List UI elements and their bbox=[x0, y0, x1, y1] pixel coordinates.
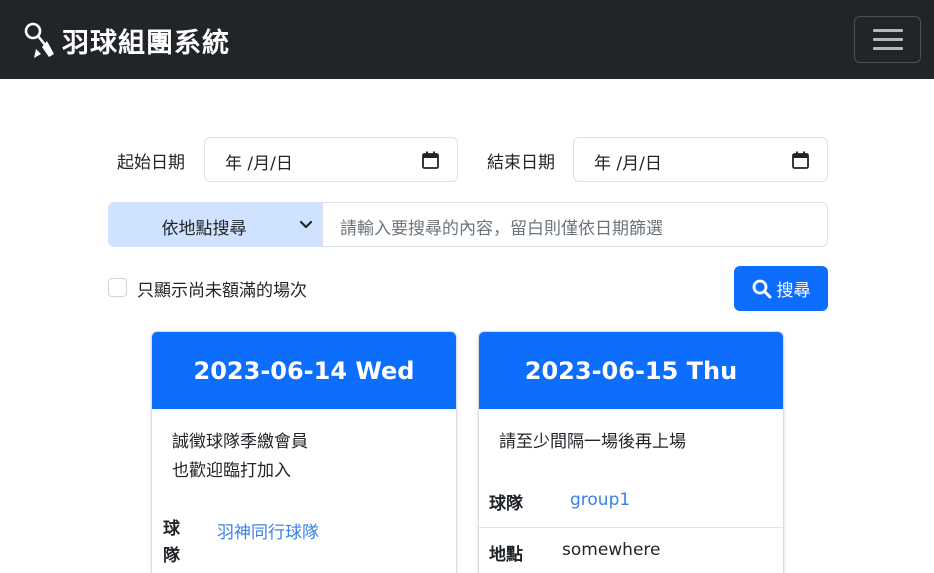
team-label-line: 隊 bbox=[163, 546, 180, 566]
card-date-title: 2023-06-15 Thu bbox=[524, 356, 738, 385]
team-link[interactable]: 羽神同行球隊 bbox=[217, 518, 319, 543]
session-card: 2023-06-14 Wed 誠徵球隊季繳會員 也歡迎臨打加入 球 隊 羽神同行… bbox=[151, 331, 457, 573]
team-link[interactable]: group1 bbox=[570, 490, 630, 510]
end-date-input[interactable]: 年 /月/日 bbox=[573, 137, 828, 182]
search-input[interactable]: 請輸入要搜尋的內容，留白則僅依日期篩選 bbox=[322, 202, 828, 247]
start-date-value: 年 /月/日 bbox=[225, 154, 293, 174]
team-label: 球隊 bbox=[489, 494, 523, 514]
app-title: 羽球組團系統 bbox=[62, 27, 230, 59]
search-button-label: 搜尋 bbox=[776, 281, 811, 301]
brand[interactable]: 羽球組團系統 bbox=[22, 21, 230, 59]
hamburger-line bbox=[873, 38, 903, 41]
start-date-label: 起始日期 bbox=[117, 153, 185, 173]
only-open-checkbox[interactable] bbox=[108, 278, 127, 297]
hamburger-menu-icon bbox=[873, 29, 903, 32]
search-mode-select[interactable]: 依地點搜尋 bbox=[108, 202, 323, 247]
navbar: 羽球組團系統 bbox=[0, 0, 934, 79]
hamburger-line bbox=[873, 47, 903, 50]
card-header: 2023-06-15 Thu bbox=[479, 332, 783, 409]
end-date-value: 年 /月/日 bbox=[594, 154, 662, 174]
divider bbox=[479, 527, 783, 528]
card-note: 誠徵球隊季繳會員 也歡迎臨打加入 bbox=[172, 428, 308, 486]
only-open-label[interactable]: 只顯示尚未額滿的場次 bbox=[137, 276, 307, 301]
end-date-label: 結束日期 bbox=[487, 153, 555, 173]
badminton-shuttlecock-icon bbox=[24, 22, 54, 58]
calendar-icon[interactable] bbox=[422, 151, 439, 169]
location-label: 地點 bbox=[489, 545, 523, 565]
search-button[interactable]: 搜尋 bbox=[734, 266, 828, 311]
card-note: 請至少間隔一場後再上場 bbox=[499, 428, 686, 457]
card-note-line: 請至少間隔一場後再上場 bbox=[499, 432, 686, 452]
team-label: 球 隊 bbox=[163, 516, 180, 570]
search-icon bbox=[752, 279, 771, 298]
team-label-line: 球 bbox=[163, 519, 180, 539]
search-placeholder: 請輸入要搜尋的內容，留白則僅依日期篩選 bbox=[340, 219, 663, 239]
start-date-input[interactable]: 年 /月/日 bbox=[204, 137, 458, 182]
location-value: somewhere bbox=[562, 540, 661, 560]
card-note-line: 誠徵球隊季繳會員 bbox=[172, 432, 308, 452]
card-date-title: 2023-06-14 Wed bbox=[193, 356, 415, 385]
card-header: 2023-06-14 Wed bbox=[152, 332, 456, 409]
menu-toggle-button[interactable] bbox=[854, 16, 921, 63]
search-mode-value: 依地點搜尋 bbox=[161, 219, 247, 239]
session-card: 2023-06-15 Thu 請至少間隔一場後再上場 球隊 group1 地點 … bbox=[478, 331, 784, 573]
chevron-down-icon bbox=[299, 220, 313, 229]
calendar-icon[interactable] bbox=[792, 151, 809, 169]
card-note-line: 也歡迎臨打加入 bbox=[172, 461, 291, 481]
